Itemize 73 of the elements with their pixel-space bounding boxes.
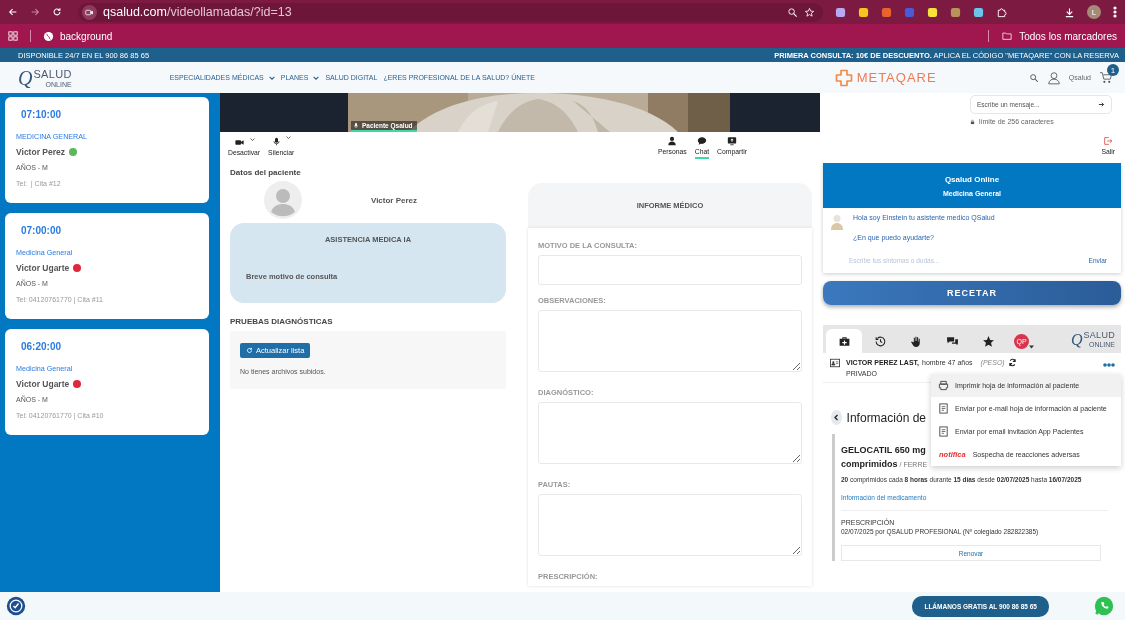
section-heading: Datos del paciente bbox=[230, 168, 302, 177]
more-icon bbox=[1113, 6, 1117, 18]
panel-tab[interactable] bbox=[826, 329, 862, 353]
folder-icon bbox=[1001, 31, 1014, 41]
user-icon bbox=[1046, 70, 1061, 85]
chevron-down-icon bbox=[313, 75, 320, 80]
avatar-icon bbox=[264, 181, 302, 219]
id-card-icon bbox=[829, 358, 841, 368]
screen-share-icon bbox=[727, 136, 737, 146]
section-heading: PRUEBAS DIAGNÓSTICAS bbox=[230, 317, 334, 326]
cart-icon bbox=[1099, 71, 1113, 84]
section-title: Información de bbox=[846, 410, 926, 425]
person-icon bbox=[667, 136, 678, 146]
bookmark-link[interactable]: background bbox=[60, 30, 113, 42]
patient-name: Victor Perez bbox=[16, 147, 65, 157]
brand-name: METAQARE bbox=[856, 70, 937, 85]
chevron-down-icon bbox=[268, 75, 275, 80]
accessibility-icon bbox=[6, 596, 26, 616]
printer-icon bbox=[938, 380, 949, 391]
history-icon bbox=[873, 334, 887, 348]
appointment-time: 07:10:00 bbox=[21, 109, 63, 120]
patient-name: Victor Ugarte bbox=[16, 379, 70, 389]
microphone-icon bbox=[271, 135, 281, 147]
refresh-icon bbox=[246, 347, 253, 354]
document-icon bbox=[938, 426, 949, 437]
back-button[interactable] bbox=[831, 410, 842, 425]
chevron-down-icon bbox=[249, 137, 255, 141]
chevron-left-icon bbox=[833, 414, 840, 421]
extension-icon bbox=[881, 6, 892, 18]
cross-logo-icon bbox=[834, 68, 853, 87]
globe-icon bbox=[43, 30, 54, 42]
bookmarks-folder[interactable]: Todos los marcadores bbox=[1019, 30, 1117, 42]
chevron-down-icon bbox=[285, 135, 291, 139]
patient-name: Victor Perez bbox=[369, 195, 419, 205]
exit-icon bbox=[1103, 136, 1114, 146]
forward-icon bbox=[30, 7, 40, 17]
camera-icon bbox=[233, 137, 245, 147]
star-icon bbox=[981, 334, 995, 348]
video-camera-icon bbox=[85, 7, 94, 17]
drug-form: comprimidos bbox=[841, 459, 898, 469]
url-text: qsalud.com/videollamadas/?id=13 bbox=[103, 5, 292, 19]
extension-icon bbox=[858, 6, 869, 18]
microphone-icon bbox=[353, 122, 359, 129]
download-icon bbox=[1064, 6, 1075, 18]
search-icon bbox=[1028, 72, 1039, 83]
document-icon bbox=[938, 403, 949, 414]
address-bar[interactable]: qsalud.com/videollamadas/?id=13 bbox=[78, 2, 823, 22]
cart-count-badge: 1 bbox=[1107, 64, 1119, 76]
apps-grid-icon bbox=[8, 31, 18, 41]
extension-icon bbox=[904, 6, 915, 18]
extension-icon bbox=[950, 6, 961, 18]
whatsapp-icon bbox=[1093, 595, 1115, 617]
sync-icon bbox=[1007, 358, 1017, 367]
appointment-time: 06:20:00 bbox=[21, 341, 63, 352]
reload-icon bbox=[52, 7, 62, 17]
medkit-icon bbox=[837, 334, 851, 348]
lock-icon bbox=[970, 118, 975, 125]
extension-icon bbox=[835, 6, 846, 18]
extension-icon bbox=[927, 6, 938, 18]
assistant-avatar-icon bbox=[831, 214, 843, 230]
star-icon bbox=[804, 6, 815, 18]
more-options-icon bbox=[1103, 363, 1115, 367]
chat-icon bbox=[696, 136, 707, 146]
back-icon bbox=[8, 7, 18, 17]
caret-icon bbox=[1029, 344, 1034, 349]
drug-name: GELOCATIL 650 mg bbox=[841, 445, 926, 455]
extension-icon bbox=[973, 6, 984, 18]
prescribe-button[interactable]: RECETAR bbox=[823, 281, 1121, 305]
hand-icon bbox=[909, 334, 923, 348]
appointment-time: 07:00:00 bbox=[21, 225, 63, 236]
send-arrow-icon bbox=[1098, 101, 1105, 108]
zoom-icon bbox=[787, 6, 798, 18]
patient-name: Victor Ugarte bbox=[16, 263, 70, 273]
